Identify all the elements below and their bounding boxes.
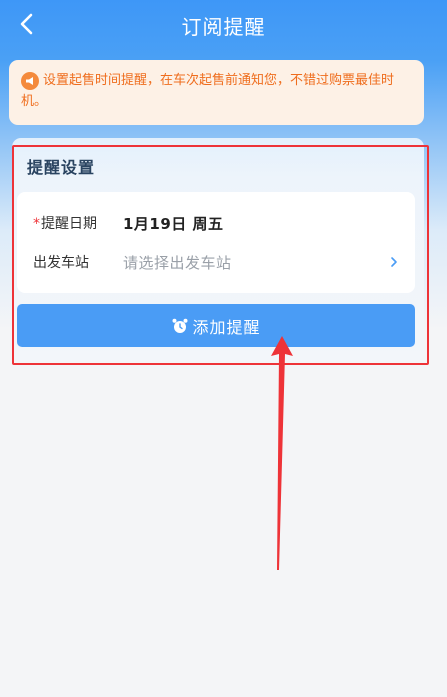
megaphone-icon [21, 72, 39, 90]
chevron-right-icon [385, 253, 403, 271]
reminder-date-label: *提醒日期 [33, 216, 97, 232]
subscription-reminder-page: 订阅提醒 设置起售时间提醒，在车次起售前通知您，不错过购票最佳时机。 提醒设置 … [0, 0, 447, 697]
navbar: 订阅提醒 [0, 0, 447, 50]
back-button[interactable] [8, 6, 44, 42]
departure-station-row[interactable]: 出发车站 请选择出发车站 [17, 244, 415, 280]
add-reminder-button[interactable]: 添加提醒 [17, 304, 415, 347]
page-title: 订阅提醒 [181, 14, 266, 39]
alarm-clock-icon [171, 317, 189, 335]
add-reminder-label: 添加提醒 [192, 317, 261, 337]
departure-station-label: 出发车站 [33, 255, 89, 271]
departure-station-placeholder: 请选择出发车站 [123, 253, 232, 272]
chevron-left-icon [20, 13, 33, 35]
reminder-date-row[interactable]: *提醒日期 1月19日 周五 [17, 205, 415, 241]
required-mark: * [33, 216, 40, 232]
reminder-date-value: 1月19日 周五 [123, 214, 224, 233]
notice-text: 设置起售时间提醒，在车次起售前通知您，不错过购票最佳时机。 [21, 73, 395, 109]
notice-banner: 设置起售时间提醒，在车次起售前通知您，不错过购票最佳时机。 [9, 60, 424, 125]
settings-title: 提醒设置 [27, 158, 96, 177]
